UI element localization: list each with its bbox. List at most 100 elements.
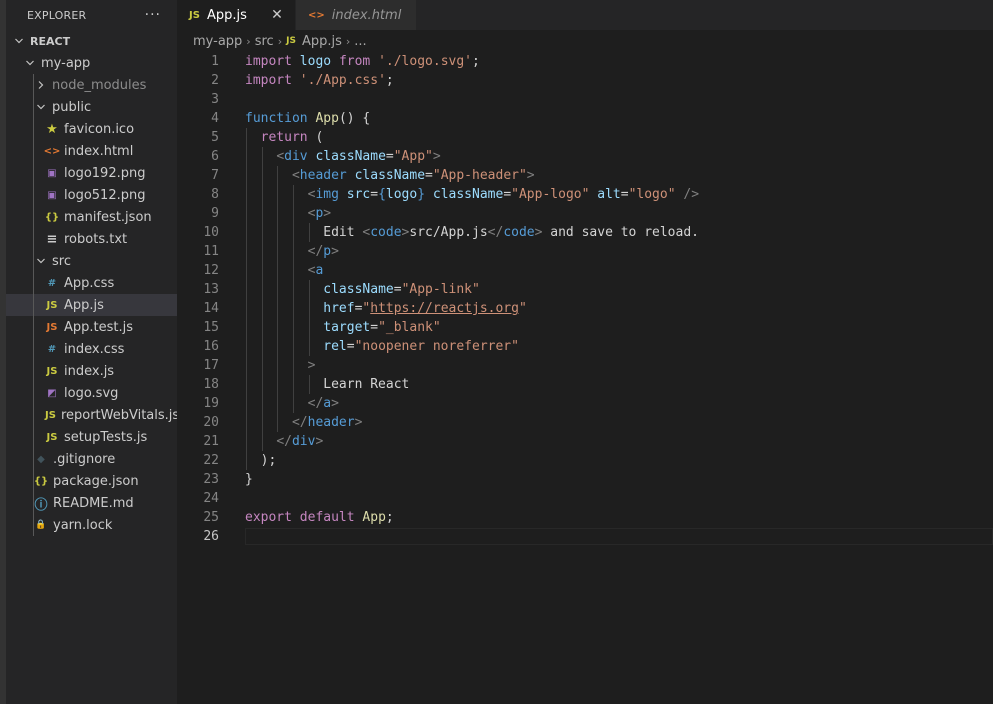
tree-item-node-modules[interactable]: node_modules	[6, 74, 177, 96]
code-token: }	[245, 472, 253, 487]
code-token: export	[245, 510, 292, 525]
code-token: </	[291, 415, 308, 430]
tree-item-index-js[interactable]: JS index.js	[6, 360, 177, 382]
code-line[interactable]: 7 <header className="App-header">	[177, 166, 993, 185]
tree-item-label: index.js	[64, 363, 115, 379]
git-icon: ◆	[37, 453, 45, 465]
code-line[interactable]: 3	[177, 90, 993, 109]
js-icon: JS	[46, 365, 58, 377]
code-line[interactable]: 20 </header>	[177, 413, 993, 432]
code-token: =	[370, 187, 379, 202]
js-icon: JS	[45, 409, 56, 421]
code-line[interactable]: 13 className="App-link"	[177, 280, 993, 299]
code-line[interactable]: 11 </p>	[177, 242, 993, 261]
tree-item-react[interactable]: REACT	[6, 30, 177, 52]
breadcrumb-item[interactable]: App.js	[302, 34, 342, 49]
tree-item-label: logo.svg	[64, 385, 119, 401]
tree-item-src[interactable]: src	[6, 250, 177, 272]
code-line[interactable]: 8 <img src={logo} className="App-logo" a…	[177, 185, 993, 204]
code-line[interactable]: 21 </div>	[177, 432, 993, 451]
tree-item-robots-txt[interactable]: ≡ robots.txt	[6, 228, 177, 250]
code-token: >	[432, 149, 441, 164]
code-line[interactable]: 1 import logo from './logo.svg';	[177, 52, 993, 71]
tree-item-gitignore[interactable]: ◆ .gitignore	[6, 448, 177, 470]
breadcrumb-item[interactable]: src	[255, 34, 274, 49]
js-icon: JS	[286, 36, 296, 46]
code-line[interactable]: 23}	[177, 470, 993, 489]
tab-app-js[interactable]: JS App.js ✕	[177, 0, 295, 30]
code-token: https://reactjs.org	[370, 301, 519, 316]
breadcrumb-item[interactable]: my-app	[193, 34, 242, 49]
code-line[interactable]: 18 Learn React	[177, 375, 993, 394]
code-token: "App-link"	[401, 282, 480, 297]
code-line[interactable]: 2 import './App.css';	[177, 71, 993, 90]
code-token: header	[307, 415, 355, 430]
line-text: <header className="App-header">	[245, 166, 535, 185]
breadcrumb-item[interactable]: ...	[354, 34, 366, 49]
line-number: 11	[203, 244, 219, 259]
code-token: className	[323, 282, 394, 297]
chevron-down-icon	[12, 36, 26, 46]
tree-item-logo192-png[interactable]: ▣ logo192.png	[6, 162, 177, 184]
code-token: code	[503, 225, 535, 240]
line-number: 1	[211, 54, 219, 69]
tree-item-package-json[interactable]: {} package.json	[6, 470, 177, 492]
js-icon: JS	[189, 9, 200, 21]
code-line[interactable]: 19 </a>	[177, 394, 993, 413]
tree-item-readme-md[interactable]: ⓘ README.md	[6, 492, 177, 514]
code-line[interactable]: 25 export default App;	[177, 508, 993, 527]
code-line[interactable]: 4 function App() {	[177, 109, 993, 128]
tree-item-setuptests-js[interactable]: JS setupTests.js	[6, 426, 177, 448]
tree-item-public[interactable]: public	[6, 96, 177, 118]
image-icon: ▣	[47, 189, 57, 201]
line-text: </p>	[245, 242, 339, 261]
tree-item-app-js[interactable]: JS App.js	[6, 294, 177, 316]
code-line[interactable]: 5 return (	[177, 128, 993, 147]
tree-item-manifest-json[interactable]: {} manifest.json	[6, 206, 177, 228]
tab-index-html[interactable]: <> index.html	[295, 0, 416, 30]
code-line[interactable]: 15 target="_blank"	[177, 318, 993, 337]
line-number: 17	[203, 358, 219, 373]
code-line[interactable]: 14 href="https://reactjs.org"	[177, 299, 993, 318]
code-token: from	[338, 54, 371, 69]
explorer-header: EXPLORER ···	[6, 0, 177, 30]
css-icon: #	[47, 277, 57, 289]
line-number: 23	[203, 472, 219, 487]
code-line[interactable]: 24	[177, 489, 993, 508]
tree-item-app-test-js[interactable]: JS App.test.js	[6, 316, 177, 338]
code-line[interactable]: 6 <div className="App">	[177, 147, 993, 166]
tree-item-app-css[interactable]: # App.css	[6, 272, 177, 294]
js-icon: JS	[46, 431, 58, 443]
tree-item-logo512-png[interactable]: ▣ logo512.png	[6, 184, 177, 206]
tree-item-yarn-lock[interactable]: 🔒 yarn.lock	[6, 514, 177, 536]
code-line[interactable]: 22 );	[177, 451, 993, 470]
code-line[interactable]: 17 >	[177, 356, 993, 375]
code-line[interactable]: 12 <a	[177, 261, 993, 280]
code-line[interactable]: 16 rel="noopener noreferrer"	[177, 337, 993, 356]
tree-item-reportwebvitals-js[interactable]: JS reportWebVitals.js	[6, 404, 179, 426]
tree-item-label: App.css	[64, 275, 115, 291]
json-icon: {}	[33, 475, 49, 487]
more-actions-icon[interactable]: ···	[145, 7, 161, 23]
tree-item-favicon-ico[interactable]: ★ favicon.ico	[6, 118, 177, 140]
code-token: }	[417, 187, 426, 202]
code-line[interactable]: 9 <p>	[177, 204, 993, 223]
tree-item-label: node_modules	[52, 77, 147, 93]
tree-item-logo-svg[interactable]: ◩ logo.svg	[6, 382, 177, 404]
tree-item-my-app[interactable]: my-app	[6, 52, 177, 74]
code-token: className	[432, 187, 504, 202]
tree-item-label: robots.txt	[64, 231, 128, 247]
code-token: img	[315, 187, 339, 202]
line-number: 9	[211, 206, 219, 221]
code-line[interactable]: 10 Edit <code>src/App.js</code> and save…	[177, 223, 993, 242]
code-token: div	[284, 149, 308, 164]
html-icon: <>	[308, 9, 325, 21]
code-token: "logo"	[628, 187, 676, 202]
tree-item-index-html[interactable]: <> index.html	[6, 140, 177, 162]
close-icon[interactable]: ✕	[269, 7, 285, 23]
tree-item-index-css[interactable]: # index.css	[6, 338, 177, 360]
tree-item-label: .gitignore	[53, 451, 116, 467]
code-editor[interactable]: 1 import logo from './logo.svg'; 2 import '…	[177, 52, 993, 546]
